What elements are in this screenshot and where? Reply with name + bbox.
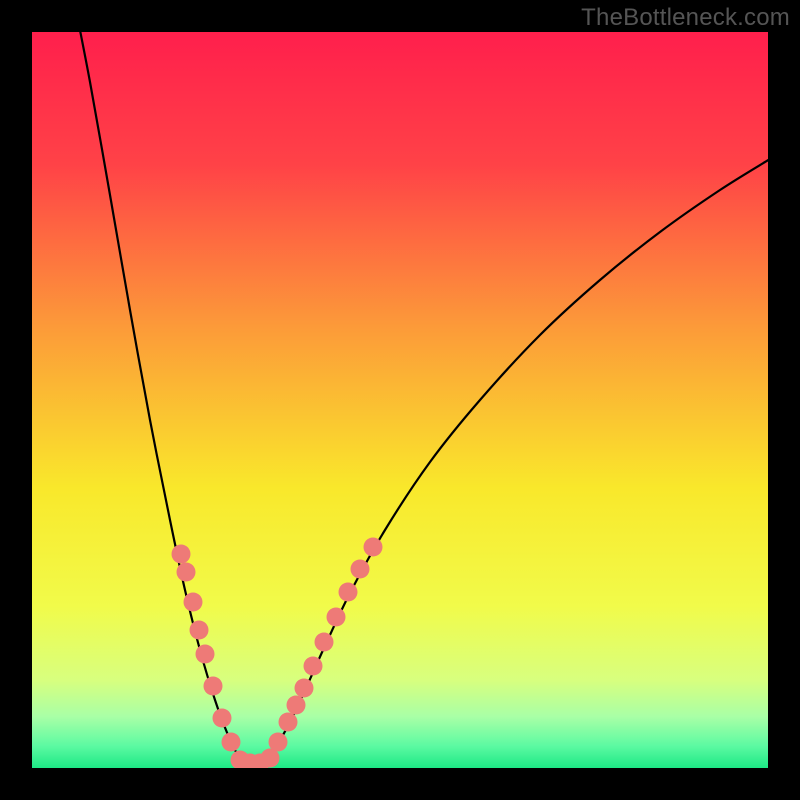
data-dot — [315, 633, 334, 652]
data-dot — [196, 645, 215, 664]
data-dot — [351, 560, 370, 579]
data-dot — [172, 545, 191, 564]
data-dot — [364, 538, 383, 557]
data-dot — [279, 713, 298, 732]
data-dot — [339, 583, 358, 602]
data-dot — [213, 709, 232, 728]
bottleneck-chart — [0, 0, 800, 800]
data-dot — [190, 621, 209, 640]
data-dot — [177, 563, 196, 582]
plot-area — [32, 32, 768, 768]
watermark-text: TheBottleneck.com — [581, 4, 790, 32]
data-dot — [204, 677, 223, 696]
data-dot — [287, 696, 306, 715]
chart-container: TheBottleneck.com — [0, 0, 800, 800]
data-dot — [295, 679, 314, 698]
data-dot — [222, 733, 241, 752]
data-dot — [184, 593, 203, 612]
data-dot — [304, 657, 323, 676]
data-dot — [261, 749, 280, 768]
data-dot — [327, 608, 346, 627]
